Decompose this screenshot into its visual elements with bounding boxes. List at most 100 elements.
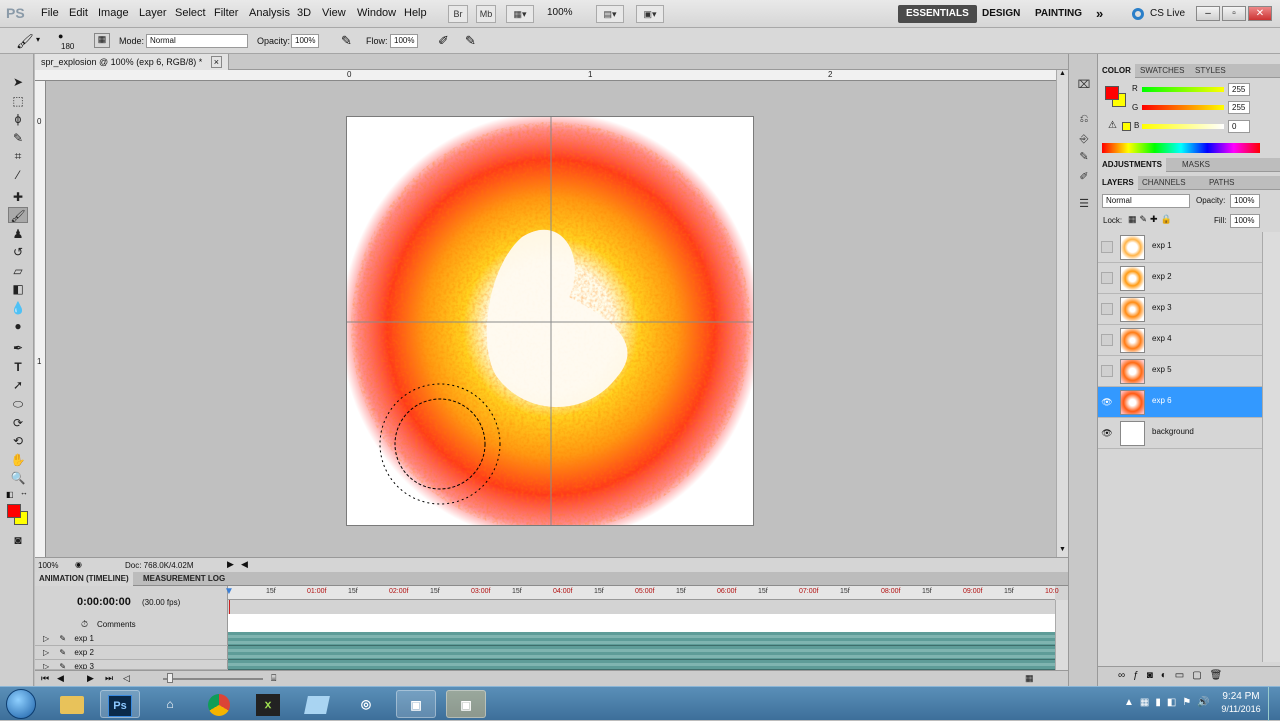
gradient-tool-icon[interactable]: ◧ [8, 281, 28, 297]
menu-help[interactable]: Help [404, 7, 427, 19]
layer-duration-bar[interactable] [228, 646, 1055, 660]
layer-duration-bar[interactable] [228, 660, 1055, 670]
minimize-button[interactable]: – [1196, 6, 1220, 21]
scroll-down-icon[interactable]: ▼ [1059, 546, 1066, 553]
blend-mode-select[interactable]: Normal [1102, 194, 1190, 208]
dodge-tool-icon[interactable]: ● [8, 318, 28, 334]
terminal-icon[interactable]: ⅹ [248, 690, 288, 718]
zoom-slider-handle[interactable] [167, 673, 173, 683]
visibility-toggle[interactable] [1101, 241, 1113, 253]
gamut-warning-icon[interactable]: ⚠ [1108, 120, 1117, 131]
dropdown-arrow-icon[interactable]: ▾ [36, 35, 40, 44]
convert-to-frames-icon[interactable]: ▦ [1025, 673, 1034, 684]
crop-tool-icon[interactable]: ⌗ [8, 148, 28, 164]
status-zoom[interactable]: 100% [38, 561, 58, 570]
workspace-painting[interactable]: PAINTING [1027, 5, 1090, 23]
status-menu-arrow-icon[interactable]: ▶ [227, 559, 234, 570]
timeline-ruler[interactable]: 15f 01:00f 15f 02:00f 15f 03:00f 15f 04:00f 15f 0… [228, 586, 1059, 600]
flow-input[interactable]: 100% [390, 34, 418, 48]
play-icon[interactable]: ▶ [87, 673, 94, 684]
close-button[interactable]: ✕ [1248, 6, 1272, 21]
tab-swatches[interactable]: SWATCHES [1136, 64, 1188, 78]
scroll-up-icon[interactable]: ▲ [1059, 70, 1066, 77]
expand-icon[interactable]: ▷ [43, 662, 49, 669]
tray-icons[interactable]: ▲▦▮◧⚑🔊 [1124, 697, 1216, 708]
first-frame-icon[interactable]: ⏮ [41, 673, 49, 684]
cs-live-button[interactable]: CS Live [1150, 8, 1185, 19]
prev-frame-icon[interactable]: ◀ [57, 673, 64, 684]
lasso-tool-icon[interactable]: ϕ [8, 111, 28, 127]
vertical-scrollbar[interactable]: ▲ ▼ [1056, 70, 1068, 557]
zoom-slider[interactable] [163, 678, 263, 680]
tab-paths[interactable]: PATHS [1205, 176, 1238, 190]
history-icon[interactable]: ⎌ [1076, 112, 1092, 126]
history-brush-tool-icon[interactable]: ↺ [8, 244, 28, 260]
expand-icon[interactable]: ▷ [43, 634, 49, 643]
tab-measurement-log[interactable]: MEASUREMENT LOG [139, 572, 229, 586]
tab-masks[interactable]: MASKS [1178, 158, 1214, 172]
chrome-icon[interactable] [199, 690, 239, 718]
timeline-layer-row[interactable]: ▷ ✎ exp 3 [35, 660, 228, 670]
mini-bridge-icon[interactable]: ⌧ [1076, 78, 1092, 92]
gamut-color-chip[interactable] [1122, 122, 1131, 131]
timeline-layer-row[interactable]: ▷ ✎ exp 2 [35, 646, 228, 660]
more-workspaces-button[interactable]: » [1088, 5, 1111, 23]
path-selection-tool-icon[interactable]: ➚ [8, 377, 28, 393]
menu-file[interactable]: File [41, 7, 59, 19]
screen-mode-icon[interactable]: ▣▾ [636, 5, 664, 23]
r-value[interactable]: 255 [1228, 83, 1250, 96]
clone-stamp-tool-icon[interactable]: ♟ [8, 226, 28, 242]
show-desktop-button[interactable] [1268, 687, 1280, 721]
arrange-documents-icon[interactable]: ▤▾ [596, 5, 624, 23]
current-time[interactable]: 0:00:00:00 [77, 596, 131, 608]
audio-icon[interactable]: ◁ [123, 673, 130, 684]
brush-tool-icon[interactable]: 🖌 [8, 207, 28, 223]
document-canvas[interactable] [346, 116, 754, 526]
eraser-tool-icon[interactable]: ▱ [8, 263, 28, 279]
actions-icon[interactable]: ⎆ [1076, 132, 1092, 146]
menu-layer[interactable]: Layer [139, 7, 167, 19]
hand-tool-icon[interactable]: ✋ [8, 452, 28, 468]
media-player-icon[interactable]: ◎ [346, 690, 386, 718]
layer-duration-bar[interactable] [228, 632, 1055, 646]
menu-window[interactable]: Window [357, 7, 396, 19]
explorer-icon[interactable] [52, 690, 92, 718]
status-info-icon[interactable]: ◉ [75, 560, 82, 569]
tab-animation-timeline[interactable]: ANIMATION (TIMELINE) [35, 572, 133, 586]
b-value[interactable]: 0 [1228, 120, 1250, 133]
swap-colors-icon[interactable]: ↔ [20, 488, 28, 497]
clock-time[interactable]: 9:24 PM [1221, 691, 1261, 702]
clock-date[interactable]: 9/11/2016 [1217, 704, 1265, 714]
zoom-tool-icon[interactable]: 🔍 [8, 470, 28, 486]
eye-icon[interactable]: 👁 [1101, 396, 1113, 408]
menu-3d[interactable]: 3D [297, 7, 311, 19]
visibility-toggle[interactable] [1101, 272, 1113, 284]
brush-tool-preset-icon[interactable]: 🖌 [16, 33, 34, 50]
quick-mask-icon[interactable]: ◙ [8, 532, 28, 548]
layer-row[interactable]: exp 2 [1098, 263, 1262, 294]
fill-input[interactable]: 100% [1230, 214, 1260, 228]
eye-icon[interactable]: 👁 [1101, 427, 1113, 439]
airbrush-icon[interactable]: ✐ [438, 33, 449, 49]
brushes-icon[interactable]: ☰ [1076, 197, 1092, 211]
active-app-icon[interactable]: ▣ [446, 690, 486, 718]
app-icon[interactable]: ⌂ [150, 690, 190, 718]
tab-adjustments[interactable]: ADJUSTMENTS [1098, 158, 1167, 172]
timeline-layer-row[interactable]: ▷ ✎ exp 1 [35, 632, 228, 646]
view-extras-icon[interactable]: ▦▾ [506, 5, 534, 23]
b-slider[interactable] [1142, 124, 1224, 129]
timeline-scrollbar[interactable] [1055, 600, 1068, 670]
layer-row[interactable]: 👁 exp 6 [1098, 387, 1262, 418]
3d-rotate-tool-icon[interactable]: ⟳ [8, 415, 28, 431]
healing-brush-tool-icon[interactable]: ✚ [8, 189, 28, 205]
menu-image[interactable]: Image [98, 7, 129, 19]
onion-skin-icon[interactable]: ⌸ [271, 673, 276, 684]
3d-orbit-tool-icon[interactable]: ⟲ [8, 433, 28, 449]
visibility-toggle[interactable] [1101, 303, 1113, 315]
r-slider[interactable] [1142, 87, 1224, 92]
g-value[interactable]: 255 [1228, 101, 1250, 114]
scroll-left-icon[interactable]: ◀ [241, 559, 248, 570]
menu-filter[interactable]: Filter [214, 7, 238, 19]
brush-icon[interactable]: ✐ [1076, 170, 1092, 184]
menu-analysis[interactable]: Analysis [249, 7, 290, 19]
